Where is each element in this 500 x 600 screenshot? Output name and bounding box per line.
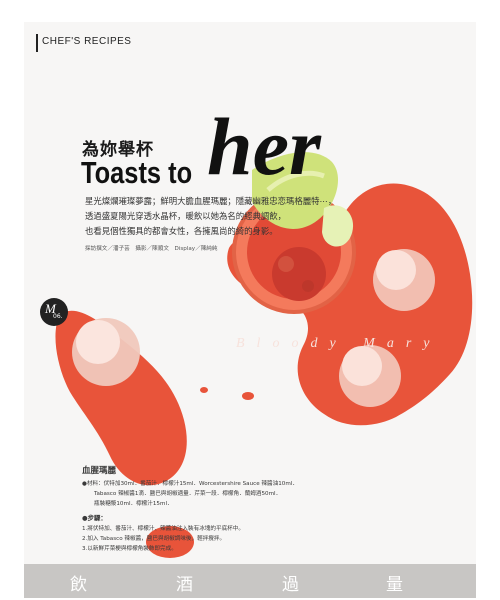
page-number-badge: M 06.	[40, 298, 68, 326]
footer-char: 過	[282, 575, 299, 595]
recipe-step: 3.以新鮮芹菜梗與檸檬角裝飾即完成。	[82, 546, 177, 552]
title-english: Toasts to	[81, 155, 193, 190]
footer-char: 酒	[176, 575, 193, 595]
sauce-drop	[242, 392, 254, 400]
intro-paragraph: 星光燦爛璀璨夢露；鮮明大膽血腥瑪麗；隱藏幽雅忠恋瑪格麗特⋯， 透過盛夏陽光穿透水…	[85, 194, 375, 239]
recipe-title: 血腥瑪麗	[82, 466, 117, 476]
glass-ice	[272, 247, 326, 301]
footer-warning-band: 飲 酒 過 量	[24, 564, 476, 598]
footer-char: 飲	[70, 575, 87, 595]
ingredient-line: ●材料：伏特加30ml．番茄汁．檸檬汁15ml．Worcestershire S…	[82, 481, 298, 487]
intro-line: 透過盛夏陽光穿透水晶杯，暖飲以她為名的經典調飲，	[85, 211, 286, 221]
steps-title: ●步驟：	[82, 514, 107, 522]
magazine-page: CHEF'S RECIPES her 為妳舉杯 Toasts to 星光燦爛璀璨…	[24, 22, 476, 598]
intro-line: 也看見個性獨具的都會女性，各擁風尚的綺的身影。	[85, 226, 278, 236]
credits: 採訪撰文／潘子芸 攝影／陳順文 Display／陳純純	[85, 246, 218, 252]
sauce-drop	[200, 387, 208, 393]
page-number: 06.	[53, 313, 63, 320]
footer-char: 量	[386, 575, 403, 595]
title-script: her	[207, 101, 321, 192]
drink-name: Bloody Mary	[236, 336, 442, 351]
intro-line: 星光燦爛璀璨夢露；鮮明大膽血腥瑪麗；隱藏幽雅忠恋瑪格麗特⋯，	[85, 196, 337, 206]
ingredient-line: 瓶裝糖漿10ml．檸檬汁15ml．	[94, 501, 173, 507]
recipe-block: 血腥瑪麗 ●材料：伏特加30ml．番茄汁．檸檬汁15ml．Worcestersh…	[82, 464, 382, 554]
recipe-step: 1.將伏特加、番茄汁、檸檬汁、辣醬油注入裝有冰塊的平底杯中。	[82, 526, 244, 532]
recipe-step: 2.加入 Tabasco 辣椒醬，鹽巴與胡椒調味後，輕拌攪拌。	[82, 536, 226, 542]
ingredient-line: Tabasco 辣椒醬1滴．鹽巴與胡椒適量．芹菜一段．檸檬角．蘭姆酒50ml．	[94, 491, 282, 497]
